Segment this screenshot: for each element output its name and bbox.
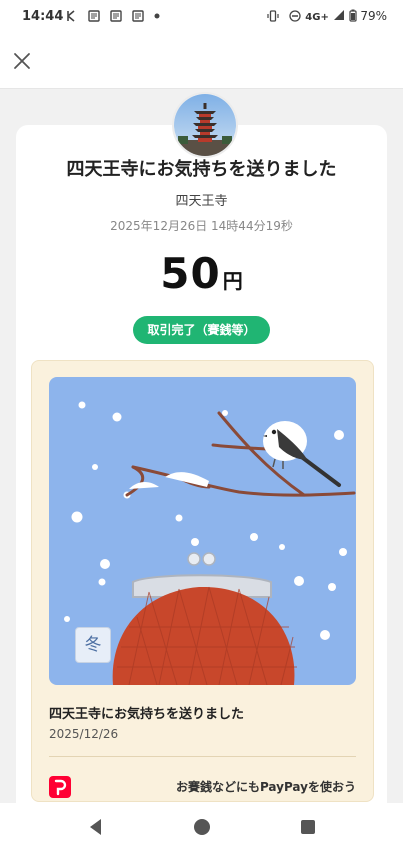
status-badge: 取引完了（賽銭等） xyxy=(133,316,270,344)
divider xyxy=(49,756,356,757)
season-label: 冬 xyxy=(84,635,102,655)
pagoda-image xyxy=(174,94,236,156)
doc-icon xyxy=(110,10,122,22)
gift-date: 2025/12/26 xyxy=(49,727,119,741)
recents-square-icon[interactable] xyxy=(298,817,318,837)
store-name: 四天王寺 xyxy=(175,194,228,209)
close-icon[interactable] xyxy=(10,49,34,73)
status-bar: 14:44 4G+ 79% xyxy=(0,0,403,34)
battery-level: 79% xyxy=(360,9,387,23)
amount-value: 50 xyxy=(160,249,221,298)
amount-currency: 円 xyxy=(222,269,243,293)
app-header xyxy=(0,34,403,89)
gift-title: 四天王寺にお気持ちを送りました xyxy=(49,707,245,722)
payment-amount: 50 円 xyxy=(16,249,387,298)
dnd-icon xyxy=(289,10,301,22)
promo-text: お賽銭などにもPayPayを使おう xyxy=(175,780,356,794)
system-nav-bar xyxy=(0,803,403,851)
status-time: 14:44 xyxy=(22,9,64,24)
doc-icon xyxy=(132,10,144,22)
battery-icon xyxy=(348,9,357,22)
transaction-datetime: 2025年12月26日 14時44分19秒 xyxy=(110,219,293,233)
back-triangle-icon[interactable] xyxy=(86,817,106,837)
signal-icon xyxy=(333,10,344,20)
paypay-promo[interactable]: お賽銭などにもPayPayを使おう xyxy=(49,773,356,801)
paypay-logo-icon xyxy=(49,776,71,798)
network-label: 4G+ xyxy=(305,12,329,23)
status-right: 4G+ 79% xyxy=(305,9,387,23)
home-circle-icon[interactable] xyxy=(192,817,212,837)
doc-icon xyxy=(88,10,100,22)
store-avatar xyxy=(172,92,238,158)
vibrate-icon xyxy=(267,10,279,22)
dot-icon xyxy=(154,13,160,19)
season-tag: 冬 xyxy=(75,627,111,663)
winter-illustration: 冬 xyxy=(49,377,356,685)
gift-card: 冬 四天王寺にお気持ちを送りました 2025/12/26 お賽銭などにもPayP… xyxy=(31,360,374,802)
k-app-icon xyxy=(67,10,75,22)
receipt-title: 四天王寺にお気持ちを送りました xyxy=(66,159,337,180)
